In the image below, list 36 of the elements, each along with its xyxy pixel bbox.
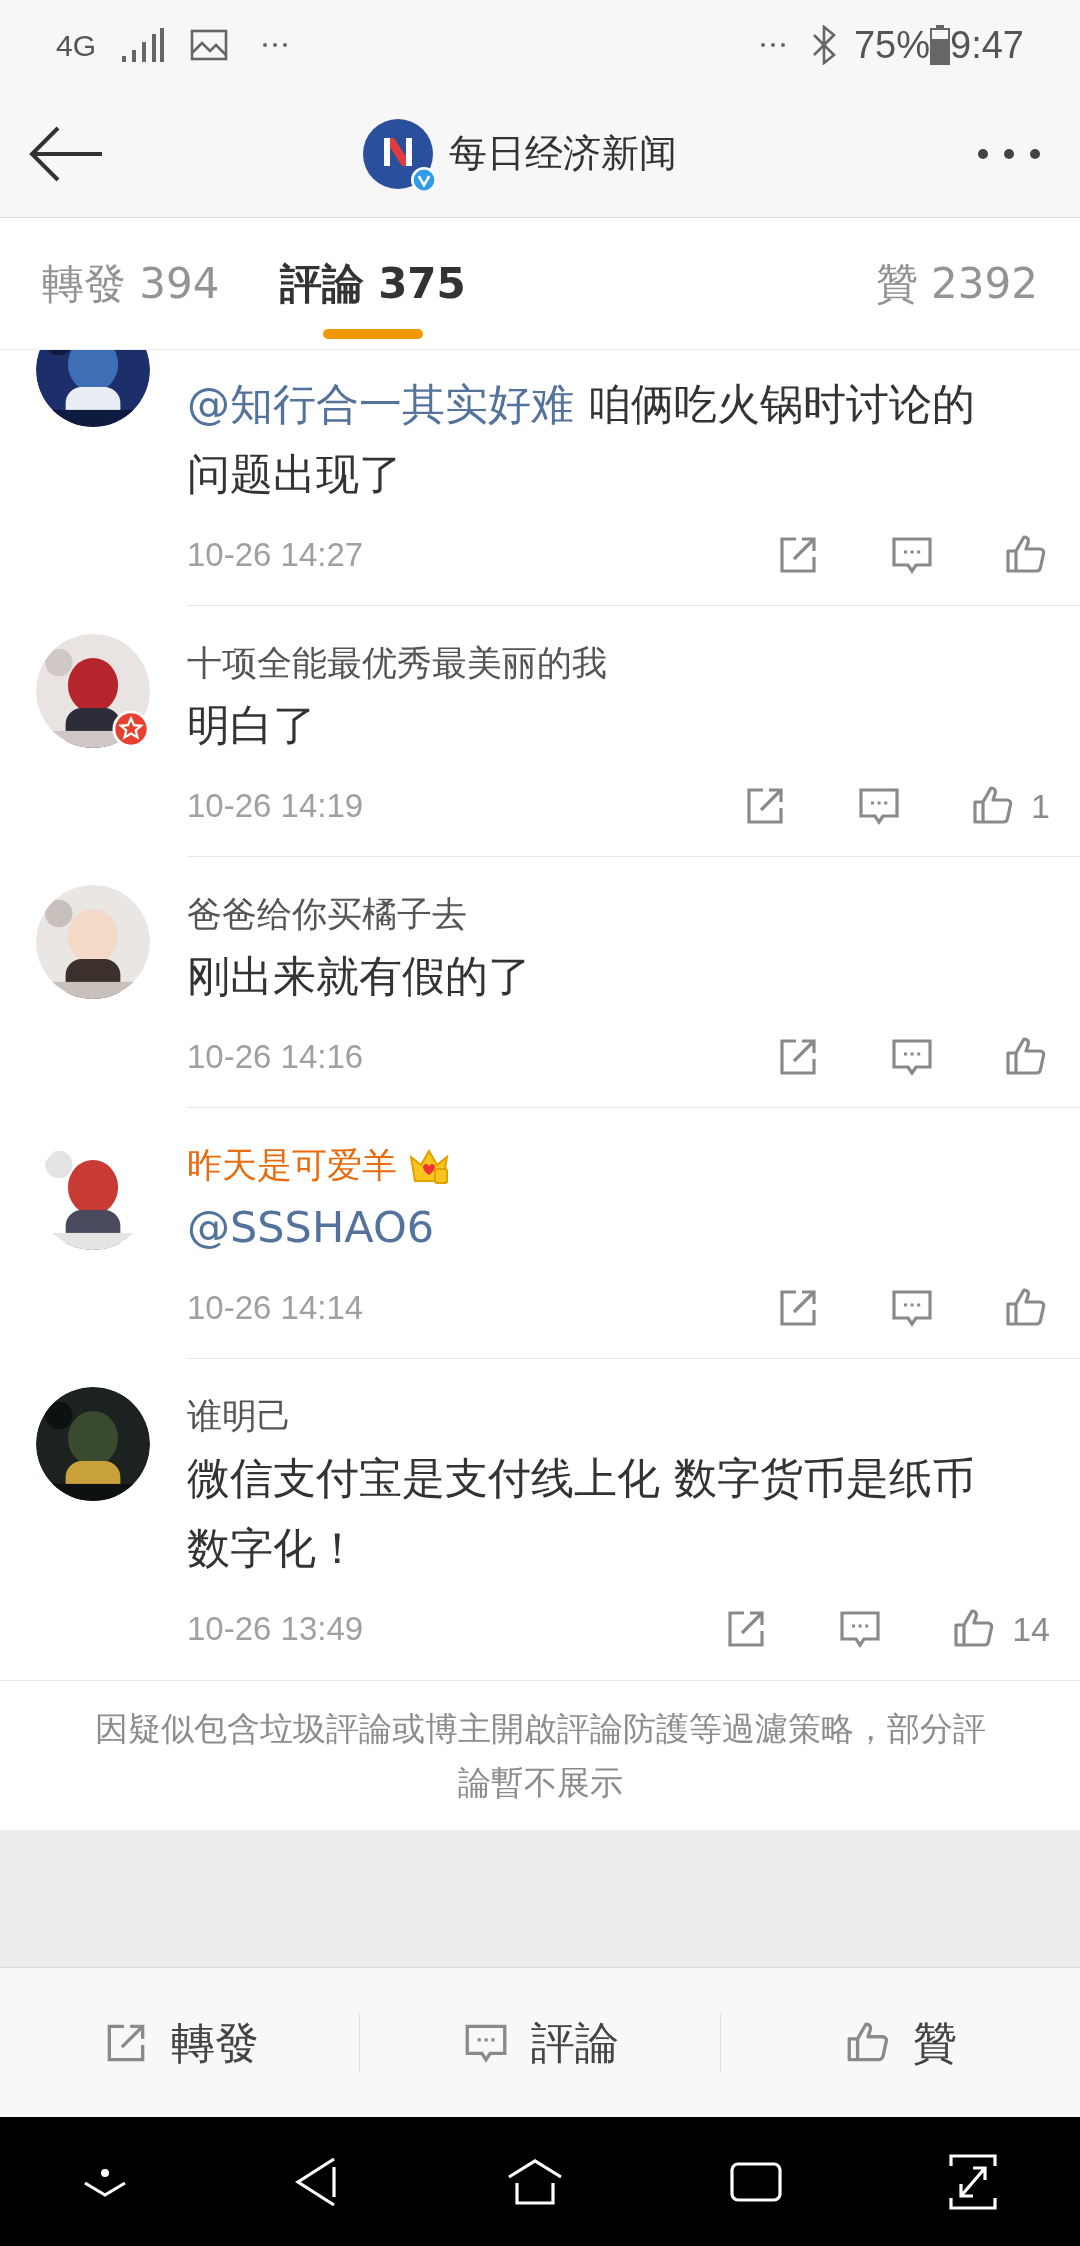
comment-text: @知行合一其实好难 咱俩吃火锅时讨论的问题出现了 [187,378,976,501]
chevron-down-icon[interactable] [83,2166,128,2197]
like-count: 1 [1031,785,1050,827]
comment-button[interactable]: 評論 [360,1968,720,2117]
bluetooth-icon [811,25,836,65]
filter-notice: 因疑似包含垃圾評論或博主開啟評論防護等過濾策略，部分評論暫不展示 [93,1707,987,1804]
user-name[interactable]: 十项全能最优秀最美丽的我 [187,636,607,690]
battery-percent: 75% [853,22,931,68]
image-icon [190,29,229,61]
comment-text: 刚出来就有假的了 [187,950,532,1003]
expand-icon[interactable] [948,2153,997,2210]
more-icon [759,41,786,49]
comment-text: 微信支付宝是支付线上化 数字货币是纸币数字化！ [187,1452,976,1575]
comment-time: 10-26 14:16 [187,1037,364,1078]
mention-link[interactable]: @知行合一其实好难 [187,379,574,429]
tab[interactable]: 評論 375 [279,218,466,349]
like-button[interactable]: 贊 [720,1968,1080,2117]
comment-time: 10-26 14:19 [187,786,364,827]
comment-time: 10-26 14:27 [187,535,364,576]
more-options-icon[interactable] [976,146,1042,161]
comment-time: 10-26 14:14 [187,1288,364,1329]
more-icon [262,41,289,49]
user-name[interactable]: 爸爸给你买橘子去 [187,887,467,941]
like-count: 14 [1012,1608,1050,1650]
home-icon[interactable] [507,2158,563,2205]
account-name: 每日经济新闻 [449,130,677,177]
signal-icon [122,28,165,62]
comment-time: 10-26 13:49 [187,1609,364,1650]
repost-button[interactable]: 轉發 [0,1968,360,2117]
user-name[interactable]: 谁明己 [187,1389,292,1443]
recent-apps-icon[interactable] [729,2161,782,2202]
comment-text: 明白了 [187,699,317,752]
network-indicator: 4G [56,27,97,64]
battery-icon [930,25,951,65]
mention-link[interactable]: @SSSHAO6 [187,1202,435,1252]
clock: 9:47 [950,22,1024,68]
